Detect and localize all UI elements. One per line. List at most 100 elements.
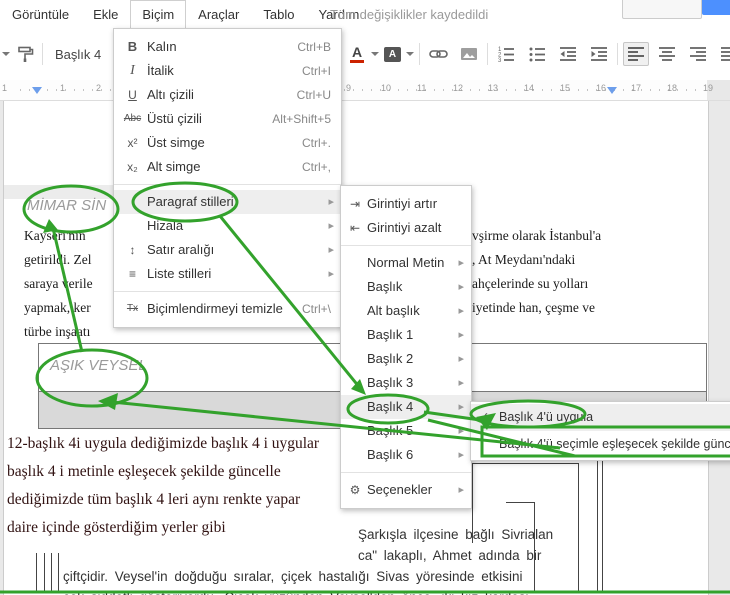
heading-mimar-sinan[interactable]: MİMAR SİN — [27, 197, 106, 214]
table-border — [36, 553, 37, 593]
comments-button[interactable] — [622, 0, 702, 19]
share-button[interactable] — [702, 0, 730, 15]
menu-item[interactable]: Normal Metin ▸ — [341, 251, 471, 275]
menu-item[interactable]: Abc Üstü çizili Alt+Shift+5 ▸ — [114, 107, 341, 131]
menu-item[interactable]: Alt başlık ▸ — [341, 299, 471, 323]
menu-item[interactable]: ⇥ Girintiyi artır ▸ — [341, 192, 471, 216]
menu-item-icon: x² — [127, 136, 138, 150]
menu-item-label: Girintiyi azalt — [367, 220, 442, 235]
menu-item[interactable]: ✓ Başlık 4'ü uygula — [471, 404, 730, 431]
toolbar: Başlık 4 A A 123 — [0, 28, 730, 80]
menu-item[interactable]: Başlık 3 ▸ — [341, 371, 471, 395]
ruler-number: 16 — [596, 83, 607, 93]
text-color-button[interactable]: A — [348, 45, 366, 63]
menu-item[interactable]: Hizala ▸ — [114, 214, 341, 238]
justify-button[interactable] — [716, 42, 730, 66]
paragraph-style-selector[interactable]: Başlık 4 — [49, 47, 107, 62]
menu-item-label: Alt simge — [147, 159, 201, 174]
menubar-item[interactable]: Araçlar — [186, 1, 251, 27]
paragraph-veysel[interactable]: Şarkışla ilçesine bağlı Sivrialan ca" la… — [63, 524, 553, 595]
menu-item[interactable]: Başlık 2 ▸ — [341, 347, 471, 371]
menubar-item-label: Araçlar — [198, 7, 240, 22]
ruler-number: 15 — [560, 83, 571, 93]
menu-item-label: Girintiyi artır — [367, 196, 438, 211]
increase-indent-icon[interactable] — [586, 42, 612, 66]
ruler-number: 10 — [381, 83, 392, 93]
menu-item[interactable]: x² Üst simge Ctrl+. ▸ — [114, 131, 341, 155]
menu-item[interactable]: Tx Biçimlendirmeyi temizle Ctrl+\ ▸ — [114, 297, 341, 321]
highlight-color-button[interactable]: A — [384, 46, 401, 62]
ruler-number: 9 — [346, 83, 352, 93]
text-color-swatch — [350, 59, 364, 63]
menu-item[interactable]: I İtalik Ctrl+I ▸ — [114, 59, 341, 83]
text-line: ca" lakaplı, Ahmet adında bir — [358, 548, 542, 563]
submenu-arrow-icon: ▸ — [458, 484, 464, 496]
text-color-caret-icon[interactable] — [371, 52, 379, 56]
menu-item[interactable]: Başlık 5 ▸ — [341, 419, 471, 443]
menu-item[interactable]: ↕ Satır aralığı ▸ — [114, 238, 341, 262]
menu-item[interactable]: Başlık 4'ü seçimle eşleşecek şekilde gün… — [471, 431, 730, 458]
menu-item[interactable]: Başlık 4 ▸ — [341, 395, 471, 419]
menu-item-label: Kalın — [147, 39, 177, 54]
menubar-item-label: Tablo — [263, 7, 295, 22]
menu-item-icon: ≡ — [128, 267, 136, 281]
menu-item-icon: B — [127, 39, 138, 54]
submenu-arrow-icon: ▸ — [458, 425, 464, 437]
menu-item-label: Üst simge — [147, 135, 205, 150]
menu-divider — [114, 291, 341, 292]
ruler-number: 13 — [488, 83, 499, 93]
menu-item-shortcut: Ctrl+, — [301, 160, 331, 174]
menu-item[interactable]: ⇤ Girintiyi azalt ▸ — [341, 216, 471, 240]
menu-item-label: Başlık 3 — [367, 375, 414, 390]
submenu-arrow-icon: ▸ — [458, 449, 464, 461]
decrease-indent-icon[interactable] — [555, 42, 581, 66]
submenu-arrow-icon: ▸ — [458, 281, 464, 293]
menu-item[interactable]: B Kalın Ctrl+B ▸ — [114, 35, 341, 59]
menu-item-label: Alt başlık — [367, 303, 420, 318]
insert-image-icon[interactable] — [456, 42, 482, 66]
left-indent-marker[interactable] — [32, 87, 42, 94]
menu-item-shortcut: Ctrl+. — [301, 136, 331, 150]
menu-item[interactable]: Başlık 1 ▸ — [341, 323, 471, 347]
menubar-item-label: Biçim — [142, 7, 175, 22]
insert-link-icon[interactable] — [425, 42, 451, 66]
menu-item[interactable]: Başlık ▸ — [341, 275, 471, 299]
menubar-item[interactable]: Biçim — [130, 0, 187, 28]
text-fragment-left: Kayseri'nin — [24, 228, 86, 243]
table-border — [58, 553, 59, 593]
bulleted-list-icon[interactable] — [524, 42, 550, 66]
menubar-item[interactable]: Tablo — [251, 1, 306, 27]
text-fragment-right: vşirme olarak İstanbul'a — [472, 228, 602, 243]
menu-item-icon: U — [128, 88, 137, 102]
menu-item-label: Başlık 1 — [367, 327, 414, 342]
text-fragment-left: getirildi. Zel — [24, 252, 92, 267]
table-border — [602, 452, 603, 593]
numbered-list-icon[interactable]: 123 — [493, 42, 519, 66]
menu-item-shortcut: Ctrl+\ — [301, 302, 331, 316]
menu-item-icon: Abc — [123, 113, 142, 124]
menu-item[interactable]: Başlık 6 ▸ — [341, 443, 471, 467]
menubar-item[interactable]: Görüntüle — [0, 1, 81, 27]
paragraph-styles-menu: ⇥ Girintiyi artır ▸ ⇤ Girintiyi azalt ▸ … — [340, 185, 472, 509]
chevron-down-icon[interactable] — [2, 52, 10, 56]
menu-item[interactable]: ≡ Liste stilleri ▸ — [114, 262, 341, 286]
highlight-caret-icon[interactable] — [406, 52, 414, 56]
menu-item[interactable]: x₂ Alt simge Ctrl+, ▸ — [114, 155, 341, 179]
align-center-button[interactable] — [654, 42, 680, 66]
menu-item[interactable]: U Altı çizili Ctrl+U ▸ — [114, 83, 341, 107]
menubar-item[interactable]: Ekle — [81, 1, 130, 27]
paint-format-icon[interactable] — [16, 45, 36, 63]
submenu-arrow-icon: ▸ — [458, 329, 464, 341]
heading-asik-veysel[interactable]: AŞIK VEYSEL — [50, 357, 147, 374]
menu-item[interactable]: Paragraf stilleri ▸ — [114, 190, 341, 214]
menu-item-shortcut: Alt+Shift+5 — [272, 112, 331, 126]
menu-item-shortcut: Ctrl+I — [301, 64, 331, 78]
menu-item-label: Biçimlendirmeyi temizle — [147, 301, 283, 316]
right-indent-marker[interactable] — [607, 87, 617, 94]
align-right-button[interactable] — [685, 42, 711, 66]
ruler-number: 18 — [667, 83, 678, 93]
align-left-button[interactable] — [623, 42, 649, 66]
text-line: çok şiddetli gösteriyordu. Çiçek yüzünde… — [63, 587, 529, 595]
menu-item[interactable]: ⚙ Seçenekler ▸ — [341, 478, 471, 502]
menu-item-label: Satır aralığı — [147, 242, 215, 257]
